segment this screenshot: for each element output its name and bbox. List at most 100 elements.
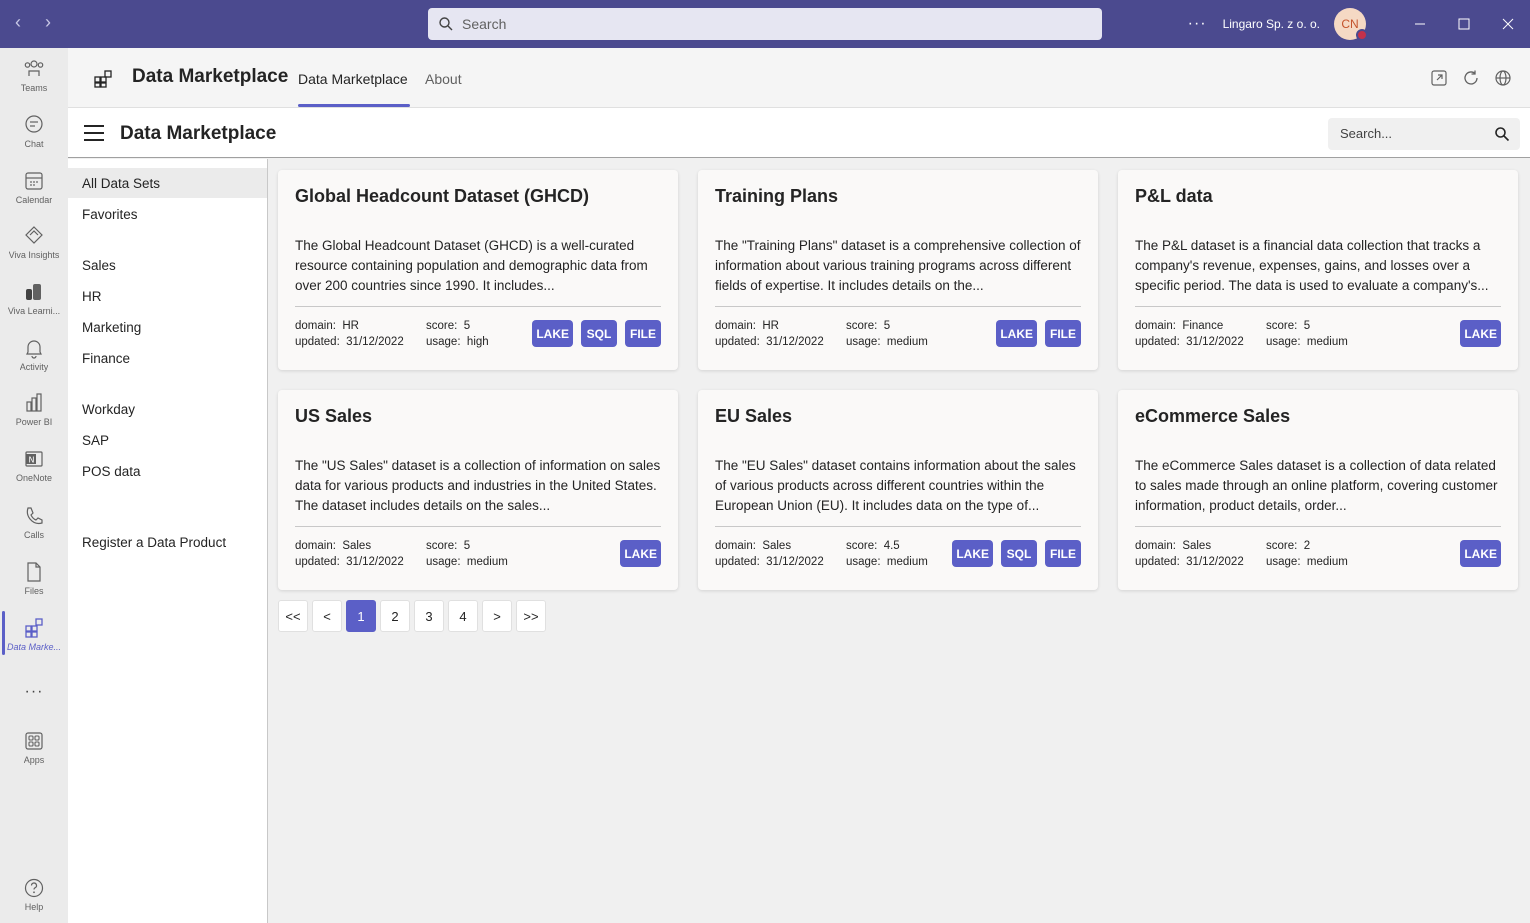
domain-label: domain:	[295, 320, 336, 332]
forward-arrow-icon[interactable]: ›	[40, 12, 56, 33]
badge-lake[interactable]: LAKE	[1460, 540, 1501, 567]
dataset-card[interactable]: P&L data The P&L dataset is a financial …	[1118, 170, 1518, 370]
card-title[interactable]: Training Plans	[715, 186, 838, 207]
dataset-card[interactable]: eCommerce Sales The eCommerce Sales data…	[1118, 390, 1518, 590]
badge-lake[interactable]: LAKE	[532, 320, 573, 347]
usage-row: usage: medium	[1266, 554, 1348, 570]
rail-item-teams[interactable]: Teams	[0, 58, 68, 93]
data-marketplace-icon	[25, 618, 43, 638]
sidebar-item-sales[interactable]: Sales	[68, 250, 267, 280]
hamburger-menu-icon[interactable]	[84, 125, 104, 141]
popout-icon[interactable]	[1430, 69, 1448, 87]
dataset-card[interactable]: US Sales The "US Sales" dataset is a col…	[278, 390, 678, 590]
global-search-input[interactable]: Search	[428, 8, 1102, 40]
rail-item-files[interactable]: Files	[0, 561, 68, 596]
source-badges: LAKE	[1460, 320, 1501, 347]
page-button[interactable]: >	[482, 600, 512, 632]
updated-value: 31/12/2022	[766, 556, 824, 568]
card-meta-left: domain: HR updated: 31/12/2022	[295, 318, 404, 350]
divider	[715, 526, 1081, 527]
sidebar-item-sap[interactable]: SAP	[68, 425, 267, 455]
score-row: score: 5	[426, 318, 489, 334]
rail-item-apps[interactable]: Apps	[0, 730, 68, 765]
score-value: 5	[463, 540, 471, 552]
search-icon[interactable]	[1494, 126, 1510, 142]
more-options-icon[interactable]: ···	[1188, 15, 1207, 33]
close-button[interactable]	[1486, 0, 1530, 48]
card-title[interactable]: US Sales	[295, 406, 372, 427]
maximize-button[interactable]	[1442, 0, 1486, 48]
score-row: score: 5	[1266, 318, 1348, 334]
dataset-card[interactable]: EU Sales The "EU Sales" dataset contains…	[698, 390, 1098, 590]
minimize-button[interactable]	[1398, 0, 1442, 48]
rail-item-activity[interactable]: Activity	[0, 337, 68, 372]
usage-label: usage:	[846, 556, 881, 568]
source-badges: LAKE SQL FILE	[952, 540, 1081, 567]
card-title[interactable]: eCommerce Sales	[1135, 406, 1290, 427]
card-title[interactable]: EU Sales	[715, 406, 792, 427]
updated-label: updated:	[1135, 556, 1180, 568]
badge-file[interactable]: FILE	[1045, 320, 1081, 347]
badge-lake[interactable]: LAKE	[1460, 320, 1501, 347]
tab-data-marketplace[interactable]: Data Marketplace	[298, 71, 408, 87]
page-button[interactable]: <	[312, 600, 342, 632]
rail-item-help[interactable]: Help	[0, 877, 68, 912]
back-arrow-icon[interactable]: ‹	[10, 12, 26, 33]
refresh-icon[interactable]	[1462, 69, 1480, 87]
rail-label: Calls	[23, 530, 44, 540]
avatar[interactable]: CN	[1334, 8, 1368, 41]
badge-lake[interactable]: LAKE	[952, 540, 993, 567]
page-button[interactable]: >>	[516, 600, 546, 632]
dataset-card[interactable]: Training Plans The "Training Plans" data…	[698, 170, 1098, 370]
badge-sql[interactable]: SQL	[581, 320, 617, 347]
page-button[interactable]: 4	[448, 600, 478, 632]
card-meta-left: domain: HR updated: 31/12/2022	[715, 318, 824, 350]
card-title[interactable]: P&L data	[1135, 186, 1213, 207]
sidebar-item-all-data-sets[interactable]: All Data Sets	[68, 168, 267, 198]
sidebar-item-register-data-product[interactable]: Register a Data Product	[68, 527, 267, 557]
sidebar-item-pos-data[interactable]: POS data	[68, 456, 267, 486]
rail-item-more[interactable]: ···	[0, 680, 68, 701]
score-value: 4.5	[883, 540, 900, 552]
card-meta-left: domain: Sales updated: 31/12/2022	[1135, 538, 1244, 570]
domain-label: domain:	[1135, 540, 1176, 552]
page-button[interactable]: <<	[278, 600, 308, 632]
badge-file[interactable]: FILE	[625, 320, 661, 347]
globe-icon[interactable]	[1494, 69, 1512, 87]
badge-lake[interactable]: LAKE	[620, 540, 661, 567]
dataset-card[interactable]: Global Headcount Dataset (GHCD) The Glob…	[278, 170, 678, 370]
page-button[interactable]: 3	[414, 600, 444, 632]
rail-item-viva-insights[interactable]: Viva Insights	[0, 225, 68, 260]
rail-item-calendar[interactable]: Calendar	[0, 170, 68, 205]
score-row: score: 2	[1266, 538, 1348, 554]
sidebar-item-marketing[interactable]: Marketing	[68, 312, 267, 342]
rail-item-calls[interactable]: Calls	[0, 505, 68, 540]
updated-row: updated: 31/12/2022	[295, 334, 404, 350]
rail-item-power-bi[interactable]: Power BI	[0, 392, 68, 427]
updated-value: 31/12/2022	[346, 336, 404, 348]
usage-label: usage:	[846, 336, 881, 348]
rail-item-onenote[interactable]: N OneNote	[0, 448, 68, 483]
rail-item-chat[interactable]: Chat	[0, 114, 68, 149]
tab-about[interactable]: About	[425, 71, 462, 87]
sidebar-item-hr[interactable]: HR	[68, 281, 267, 311]
card-description: The eCommerce Sales dataset is a collect…	[1135, 458, 1498, 513]
divider	[295, 526, 661, 527]
organization-name[interactable]: Lingaro Sp. z o. o.	[1223, 17, 1320, 31]
card-title[interactable]: Global Headcount Dataset (GHCD)	[295, 186, 589, 207]
dataset-search-input[interactable]: Search...	[1328, 118, 1520, 150]
badge-sql[interactable]: SQL	[1001, 540, 1037, 567]
score-label: score:	[426, 320, 458, 332]
score-value: 2	[1303, 540, 1311, 552]
sidebar-item-finance[interactable]: Finance	[68, 343, 267, 373]
badge-lake[interactable]: LAKE	[996, 320, 1037, 347]
rail-item-data-marketplace[interactable]: Data Marke...	[0, 617, 68, 652]
page-button[interactable]: 1	[346, 600, 376, 632]
badge-file[interactable]: FILE	[1045, 540, 1081, 567]
sidebar-item-workday[interactable]: Workday	[68, 394, 267, 424]
file-icon	[27, 562, 41, 582]
sidebar-item-favorites[interactable]: Favorites	[68, 199, 267, 229]
rail-item-viva-learning[interactable]: Viva Learni...	[0, 281, 68, 316]
page-button[interactable]: 2	[380, 600, 410, 632]
domain-label: domain:	[715, 320, 756, 332]
